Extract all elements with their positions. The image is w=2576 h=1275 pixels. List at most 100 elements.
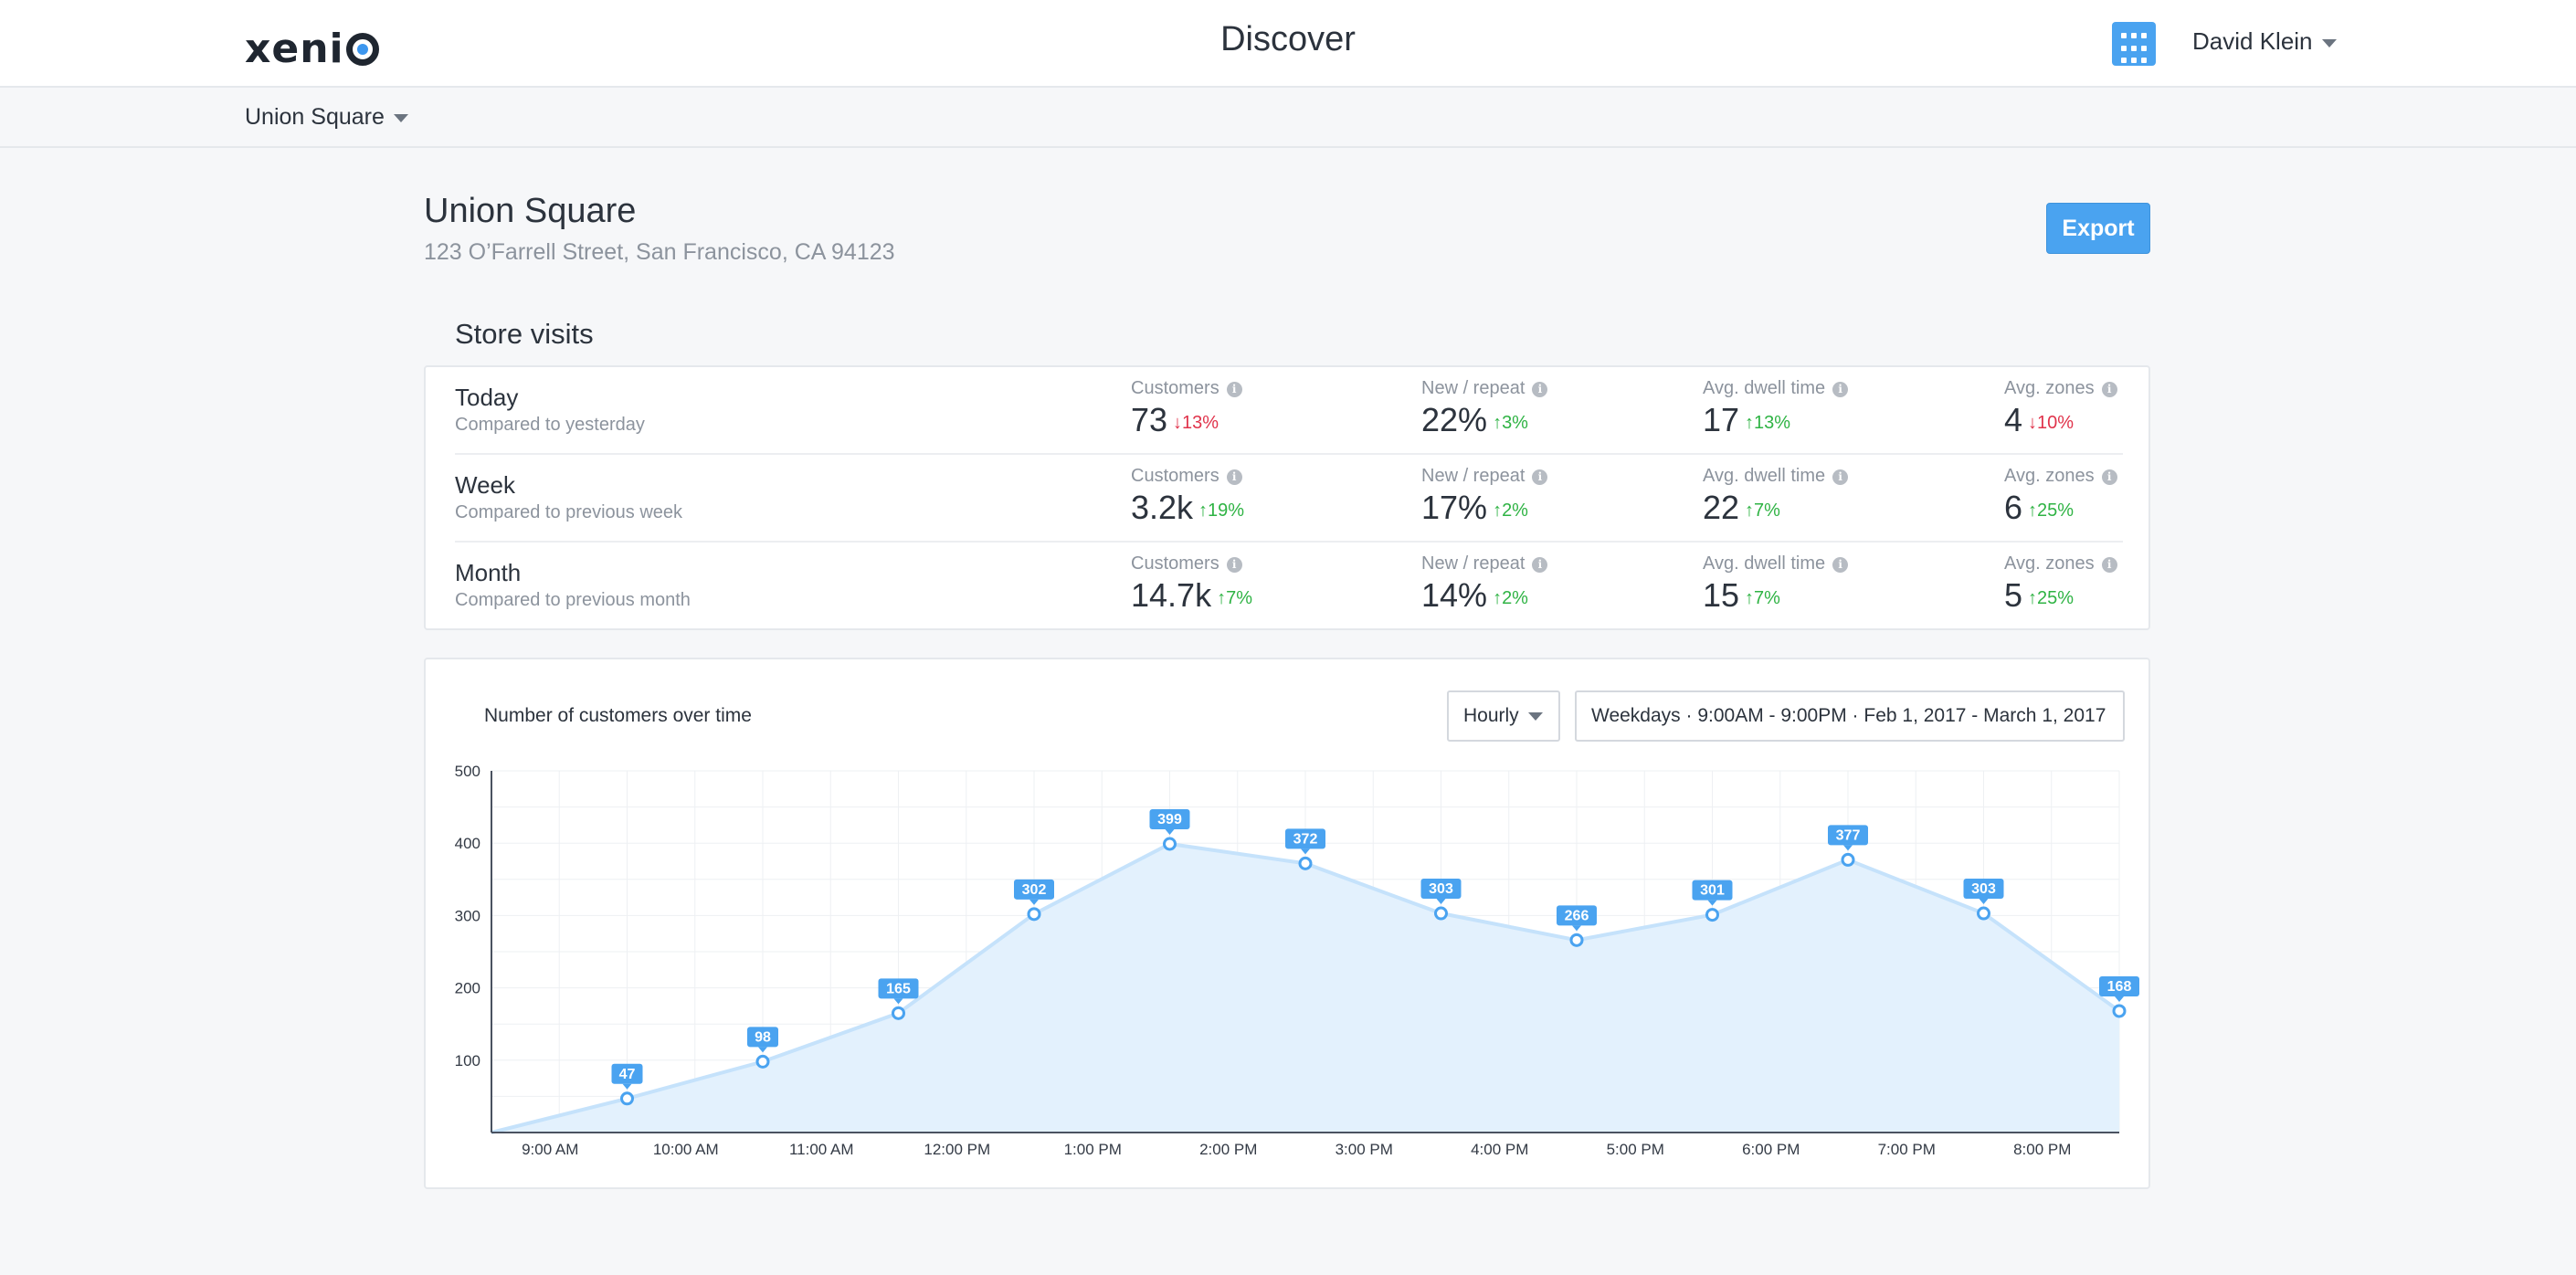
info-icon[interactable]: i [1832, 469, 1849, 485]
metric-change-value: 7% [1754, 501, 1780, 521]
page-title: Discover [1220, 20, 1356, 58]
y-tick-label: 300 [455, 907, 480, 924]
data-label-pointer [2115, 996, 2124, 1002]
info-icon[interactable]: i [1532, 382, 1548, 397]
metric-change: ↓13% [1173, 413, 1219, 433]
data-label-pointer [1436, 899, 1446, 905]
x-tick-label: 10:00 AM [653, 1141, 719, 1158]
y-tick-label: 200 [455, 980, 480, 997]
data-label: 301 [1700, 883, 1725, 899]
metric-value-row: 17% ↑2% [1421, 489, 1547, 527]
metric-value: 4 [2004, 401, 2023, 438]
metric-new-repeat: New / repeat i 22% ↑3% [1421, 378, 1548, 439]
info-icon[interactable]: i [1226, 382, 1242, 397]
metric-change-value: 7% [1226, 588, 1252, 608]
chevron-down-icon [2321, 38, 2337, 47]
arrow-up-icon: ↑ [2028, 501, 2038, 521]
metric-customers: Customers i 3.2k ↑19% [1131, 466, 1244, 527]
metric-label: Customers [1131, 466, 1219, 486]
data-label-pointer [1843, 845, 1853, 851]
metric-value-row: 6 ↑25% [2004, 489, 2117, 527]
data-label: 98 [755, 1029, 771, 1045]
metric-label: New / repeat [1421, 553, 1526, 574]
metric-change-value: 3% [1502, 413, 1528, 433]
arrow-up-icon: ↑ [1217, 588, 1227, 608]
metric-avg-zones: Avg. zones i 6 ↑25% [2004, 466, 2117, 527]
apps-grid-icon[interactable] [2112, 22, 2156, 66]
data-label-pointer [758, 1047, 767, 1053]
y-tick-label: 400 [455, 835, 480, 852]
metric-value-row: 14.7k ↑7% [1131, 576, 1252, 615]
data-point [1841, 852, 1855, 867]
store-name: Union Square [424, 192, 637, 230]
y-tick-label: 500 [455, 763, 480, 780]
metric-value-row: 17 ↑13% [1703, 401, 1848, 439]
store-address: 123 O’Farrell Street, San Francisco, CA … [424, 239, 895, 265]
data-point [1569, 933, 1584, 947]
data-label-pointer [1165, 828, 1175, 835]
info-icon[interactable]: i [1226, 469, 1242, 485]
x-tick-label: 8:00 PM [2013, 1141, 2071, 1158]
metric-value-row: 73 ↓13% [1131, 401, 1242, 439]
metric-change: ↑3% [1493, 413, 1528, 433]
metric-value: 15 [1703, 576, 1740, 614]
metric-avg-zones: Avg. zones i 4 ↓10% [2004, 378, 2117, 439]
arrow-down-icon: ↓ [1173, 413, 1183, 433]
metric-change-value: 7% [1754, 588, 1780, 608]
x-tick-label: 11:00 AM [789, 1141, 854, 1158]
metric-new-repeat: New / repeat i 17% ↑2% [1421, 466, 1548, 527]
store-visits-title: Store visits [455, 318, 594, 350]
info-icon[interactable]: i [1832, 557, 1849, 573]
metric-value: 14% [1421, 576, 1488, 614]
metric-label: New / repeat [1421, 378, 1526, 398]
customers-chart-card: Number of customers over time Hourly Wee… [424, 658, 2150, 1189]
data-label: 303 [1971, 881, 1996, 897]
data-label: 168 [2107, 979, 2132, 995]
metric-value: 22% [1421, 401, 1488, 438]
metric-value: 6 [2004, 489, 2023, 526]
arrow-up-icon: ↑ [1493, 588, 1503, 608]
metric-value-row: 15 ↑7% [1703, 576, 1848, 615]
user-menu[interactable]: David Klein [2192, 27, 2337, 56]
metric-label: Avg. zones [2004, 466, 2095, 486]
metric-label: Avg. zones [2004, 553, 2095, 574]
data-point [2112, 1004, 2127, 1018]
data-label: 302 [1022, 882, 1047, 898]
metric-label-row: Avg. zones i [2004, 553, 2117, 574]
info-icon[interactable]: i [1832, 382, 1849, 397]
data-point [1027, 907, 1041, 922]
data-label-pointer [1707, 900, 1717, 906]
metric-change: ↑25% [2028, 588, 2074, 608]
metric-new-repeat: New / repeat i 14% ↑2% [1421, 553, 1548, 615]
data-point [1163, 837, 1177, 851]
customers-area-chart: 100 200 300 400 500 9:00 AM 10:00 AM 11:00 AM 12… [455, 763, 2139, 1158]
data-label: 303 [1429, 881, 1453, 897]
metric-customers: Customers i 73 ↓13% [1131, 378, 1242, 439]
metric-value-row: 22 ↑7% [1703, 489, 1848, 527]
metric-value: 3.2k [1131, 489, 1194, 526]
x-tick-label: 7:00 PM [1878, 1141, 1936, 1158]
location-select[interactable]: Union Square [245, 104, 408, 131]
metric-label: Avg. dwell time [1703, 553, 1826, 574]
data-label: 399 [1157, 812, 1182, 827]
info-icon[interactable]: i [2101, 469, 2117, 485]
metric-value-row: 4 ↓10% [2004, 401, 2117, 439]
info-icon[interactable]: i [2101, 557, 2117, 573]
data-point [1298, 856, 1313, 870]
info-icon[interactable]: i [2101, 382, 2117, 397]
metric-label: Avg. zones [2004, 378, 2095, 398]
period-comparison: Compared to previous month [455, 590, 691, 610]
arrow-up-icon: ↑ [1745, 413, 1755, 433]
data-label: 377 [1836, 827, 1861, 843]
info-icon[interactable]: i [1226, 557, 1242, 573]
metric-label-row: Avg. dwell time i [1703, 378, 1849, 399]
info-icon[interactable]: i [1532, 557, 1548, 573]
x-tick-label: 5:00 PM [1607, 1141, 1664, 1158]
metric-change: ↑13% [1745, 413, 1790, 433]
metric-change: ↑7% [1745, 588, 1780, 608]
metric-value-row: 22% ↑3% [1421, 401, 1547, 439]
x-tick-label: 2:00 PM [1199, 1141, 1257, 1158]
period-comparison: Compared to yesterday [455, 415, 645, 435]
info-icon[interactable]: i [1532, 469, 1548, 485]
export-button[interactable]: Export [2046, 203, 2150, 254]
